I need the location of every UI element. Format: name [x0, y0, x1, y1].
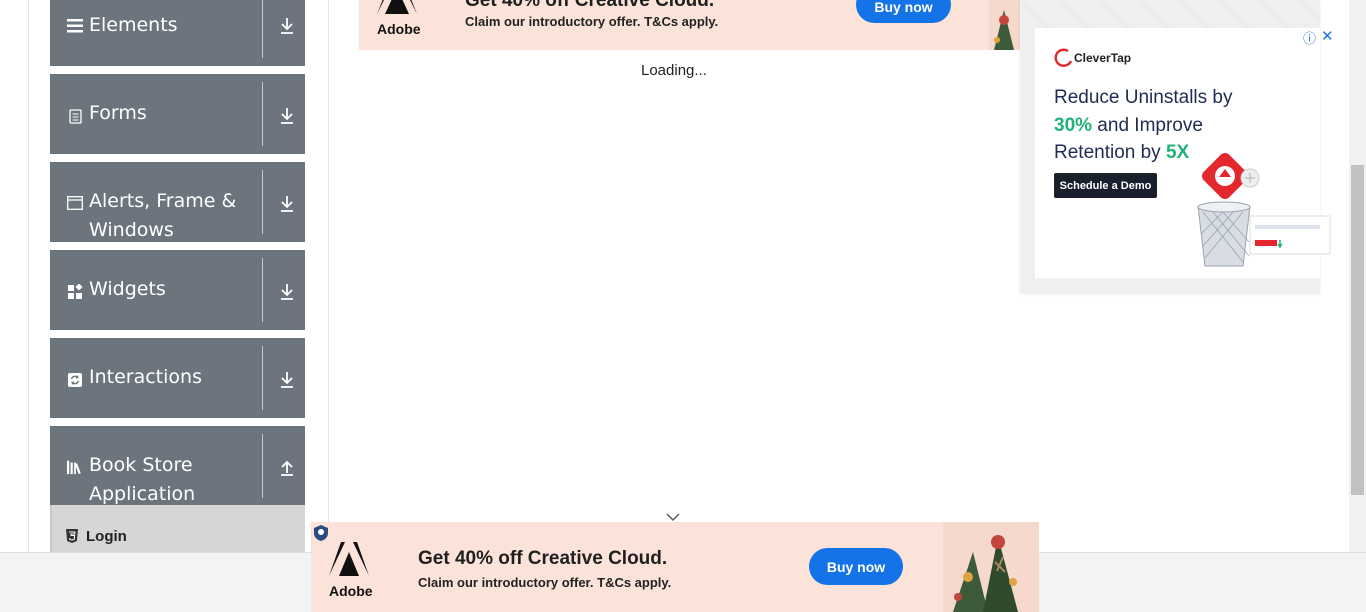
- sidebar-group-forms[interactable]: Forms: [50, 74, 305, 154]
- window-icon: [67, 195, 83, 211]
- sidebar-group-interactions[interactable]: Interactions: [50, 338, 305, 418]
- page-scrollbar[interactable]: [1349, 0, 1366, 552]
- ad-subline: Claim our introductory offer. T&Cs apply…: [418, 575, 672, 590]
- group-separator: [262, 170, 263, 234]
- group-separator: [262, 82, 263, 146]
- ad-info-icon[interactable]: ⓘ: [1303, 28, 1316, 47]
- refresh-icon: [67, 372, 83, 388]
- download-arrow-icon[interactable]: [277, 16, 297, 36]
- schedule-demo-button[interactable]: Schedule a Demo: [1054, 173, 1157, 198]
- group-separator: [262, 434, 263, 498]
- ad-artwork: [943, 522, 1039, 612]
- clevertap-logo-mark: [1054, 48, 1073, 67]
- sidebar-group-elements[interactable]: Elements: [50, 0, 305, 66]
- download-arrow-icon[interactable]: [277, 370, 297, 390]
- clevertap-logo: CleverTap: [1054, 48, 1131, 68]
- page: Elements Forms Alerts, Frame & Windows W…: [0, 0, 1366, 612]
- ad-headline: Get 40% off Creative Cloud.: [465, 0, 715, 11]
- sidebar-group-widgets[interactable]: Widgets: [50, 250, 305, 330]
- sidebar-divider: [328, 0, 329, 552]
- ad-subline: Claim our introductory offer. T&Cs apply…: [465, 14, 719, 29]
- adobe-banner-ad-top[interactable]: Adobe Get 40% off Creative Cloud. Claim …: [359, 0, 1020, 50]
- sidebar-group-title: Alerts, Frame & Windows: [89, 190, 237, 241]
- trash-bin-illustration: [1197, 153, 1331, 267]
- adobe-logo: Adobe: [329, 542, 373, 599]
- shield-icon: [314, 525, 328, 546]
- adobe-logo: Adobe: [377, 0, 421, 37]
- clevertap-side-ad[interactable]: ⓘ ✕ CleverTap Reduce Uninstalls by 30% a…: [1020, 0, 1334, 293]
- sidebar-group-book-store[interactable]: Book Store Application: [50, 426, 305, 506]
- document-icon: [67, 108, 83, 124]
- ad-artwork: [989, 0, 1020, 50]
- sidebar-group-title: Book Store Application: [89, 454, 196, 505]
- sidebar-group-title: Widgets: [89, 278, 166, 300]
- sidebar-item-label: Login: [86, 528, 127, 545]
- download-arrow-icon[interactable]: [277, 194, 297, 214]
- buy-now-button[interactable]: Buy now: [856, 0, 951, 23]
- adobe-banner-ad-bottom[interactable]: Adobe Get 40% off Creative Cloud. Claim …: [311, 522, 1039, 612]
- library-icon: [67, 459, 83, 475]
- sidebar-group-title: Elements: [89, 14, 178, 36]
- sidebar-group-title: Interactions: [89, 366, 202, 388]
- html5-icon: [66, 529, 78, 548]
- loading-text: Loading...: [641, 62, 707, 79]
- ad-close-icon[interactable]: ✕: [1321, 27, 1334, 45]
- group-separator: [262, 0, 263, 58]
- buy-now-button[interactable]: Buy now: [809, 548, 903, 585]
- left-divider: [28, 0, 29, 552]
- sidebar-group-alerts[interactable]: Alerts, Frame & Windows: [50, 162, 305, 242]
- sidebar-item-login[interactable]: Login: [50, 505, 305, 552]
- widgets-icon: [67, 283, 83, 299]
- group-separator: [262, 346, 263, 410]
- group-separator: [262, 258, 263, 322]
- sidebar-group-title: Forms: [89, 102, 147, 124]
- hamburger-icon: [67, 18, 83, 34]
- ad-headline: Get 40% off Creative Cloud.: [418, 548, 668, 569]
- upload-arrow-icon[interactable]: [277, 458, 297, 478]
- scrollbar-thumb[interactable]: [1351, 165, 1364, 495]
- download-arrow-icon[interactable]: [277, 282, 297, 302]
- download-arrow-icon[interactable]: [277, 106, 297, 126]
